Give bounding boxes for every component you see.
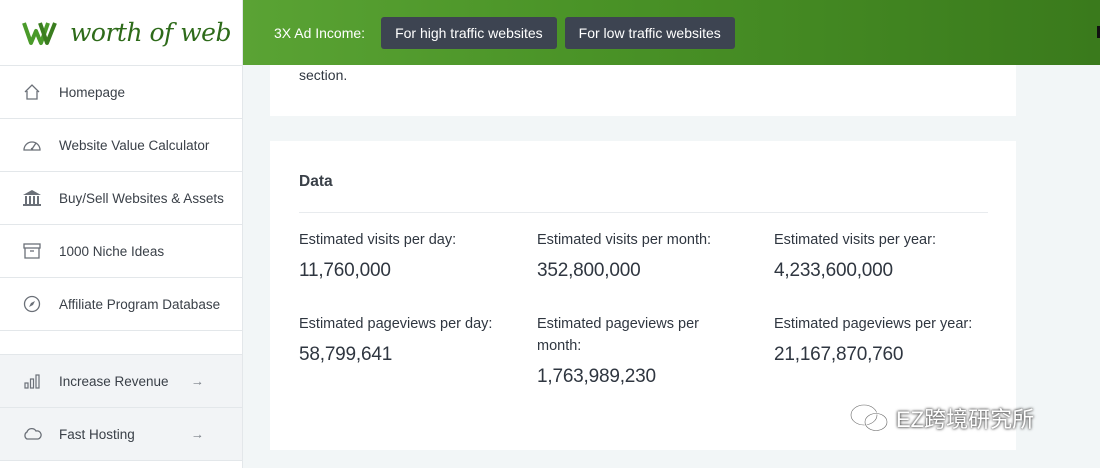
sidebar-item-buy-sell-websites[interactable]: Buy/Sell Websites & Assets: [0, 172, 242, 225]
divider: [299, 212, 988, 213]
sidebar-item-affiliate-program-database[interactable]: Affiliate Program Database: [0, 278, 242, 331]
watermark-text: EZ跨境研究所: [896, 407, 1035, 432]
sidebar-item-label: Buy/Sell Websites & Assets: [59, 190, 224, 206]
stat-label: Estimated pageviews per year:: [774, 316, 973, 332]
stat-value: 58,799,641: [299, 344, 393, 365]
sidebar-item-niche-ideas[interactable]: 1000 Niche Ideas: [0, 225, 242, 278]
stat-value: 1,763,989,230: [537, 366, 656, 387]
promo-topbar: 3X Ad Income: For high traffic websites …: [243, 0, 1100, 65]
stat-label: Estimated visits per month:: [537, 232, 712, 248]
gauge-icon: [20, 133, 44, 157]
previous-card-text: section.: [299, 67, 348, 83]
stat-pageviews-per-day: Estimated pageviews per day: 58,799,641: [299, 313, 519, 366]
low-traffic-button[interactable]: For low traffic websites: [564, 16, 735, 49]
logo[interactable]: worth of web: [0, 0, 242, 66]
wechat-icon: [850, 404, 888, 432]
stat-label: Estimated visits per day:: [299, 232, 457, 248]
arrow-right-icon: →: [191, 373, 204, 389]
stat-value: 4,233,600,000: [774, 260, 893, 281]
logo-mark-icon: [22, 21, 57, 45]
home-icon: [20, 80, 44, 104]
stat-value: 21,167,870,760: [774, 344, 904, 365]
sidebar: worth of web Homepage Website Value Calc…: [0, 0, 243, 468]
promo-title: 3X Ad Income:: [274, 24, 366, 41]
stat-visits-per-month: Estimated visits per month: 352,800,000: [537, 229, 757, 282]
stat-label: Estimated pageviews per month:: [537, 316, 699, 354]
cloud-icon: [20, 422, 44, 446]
bar-chart-icon: [20, 369, 44, 393]
stat-pageviews-per-year: Estimated pageviews per year: 21,167,870…: [774, 313, 994, 366]
compass-icon: [20, 292, 44, 316]
stat-value: 352,800,000: [537, 260, 641, 281]
sidebar-item-increase-revenue[interactable]: Increase Revenue →: [0, 355, 242, 408]
sidebar-item-label: Website Value Calculator: [59, 137, 210, 153]
sidebar-item-label: Homepage: [59, 84, 126, 100]
sidebar-item-homepage[interactable]: Homepage: [0, 66, 242, 119]
stat-visits-per-year: Estimated visits per year: 4,233,600,000: [774, 229, 994, 282]
sidebar-item-fast-hosting[interactable]: Fast Hosting →: [0, 408, 242, 461]
stat-pageviews-per-month: Estimated pageviews per month: 1,763,989…: [537, 313, 727, 388]
sidebar-spacer: [0, 331, 242, 355]
sidebar-item-label: 1000 Niche Ideas: [59, 243, 165, 259]
bank-icon: [20, 186, 44, 210]
brand-name: worth of web: [70, 18, 231, 47]
stat-label: Estimated visits per year:: [774, 232, 936, 248]
sidebar-item-label: Affiliate Program Database: [59, 296, 221, 312]
stat-label: Estimated pageviews per day:: [299, 316, 493, 332]
data-title: Data: [299, 173, 333, 190]
previous-card: section.: [270, 65, 1016, 116]
high-traffic-button[interactable]: For high traffic websites: [381, 16, 557, 49]
archive-icon: [20, 239, 44, 263]
arrow-right-icon: →: [191, 426, 204, 442]
sidebar-item-label: Fast Hosting: [59, 426, 135, 442]
sidebar-item-website-value-calculator[interactable]: Website Value Calculator: [0, 119, 242, 172]
stat-visits-per-day: Estimated visits per day: 11,760,000: [299, 229, 519, 282]
sidebar-item-label: Increase Revenue: [59, 373, 169, 389]
stat-value: 11,760,000: [299, 260, 391, 281]
watermark: EZ跨境研究所: [848, 402, 1034, 434]
